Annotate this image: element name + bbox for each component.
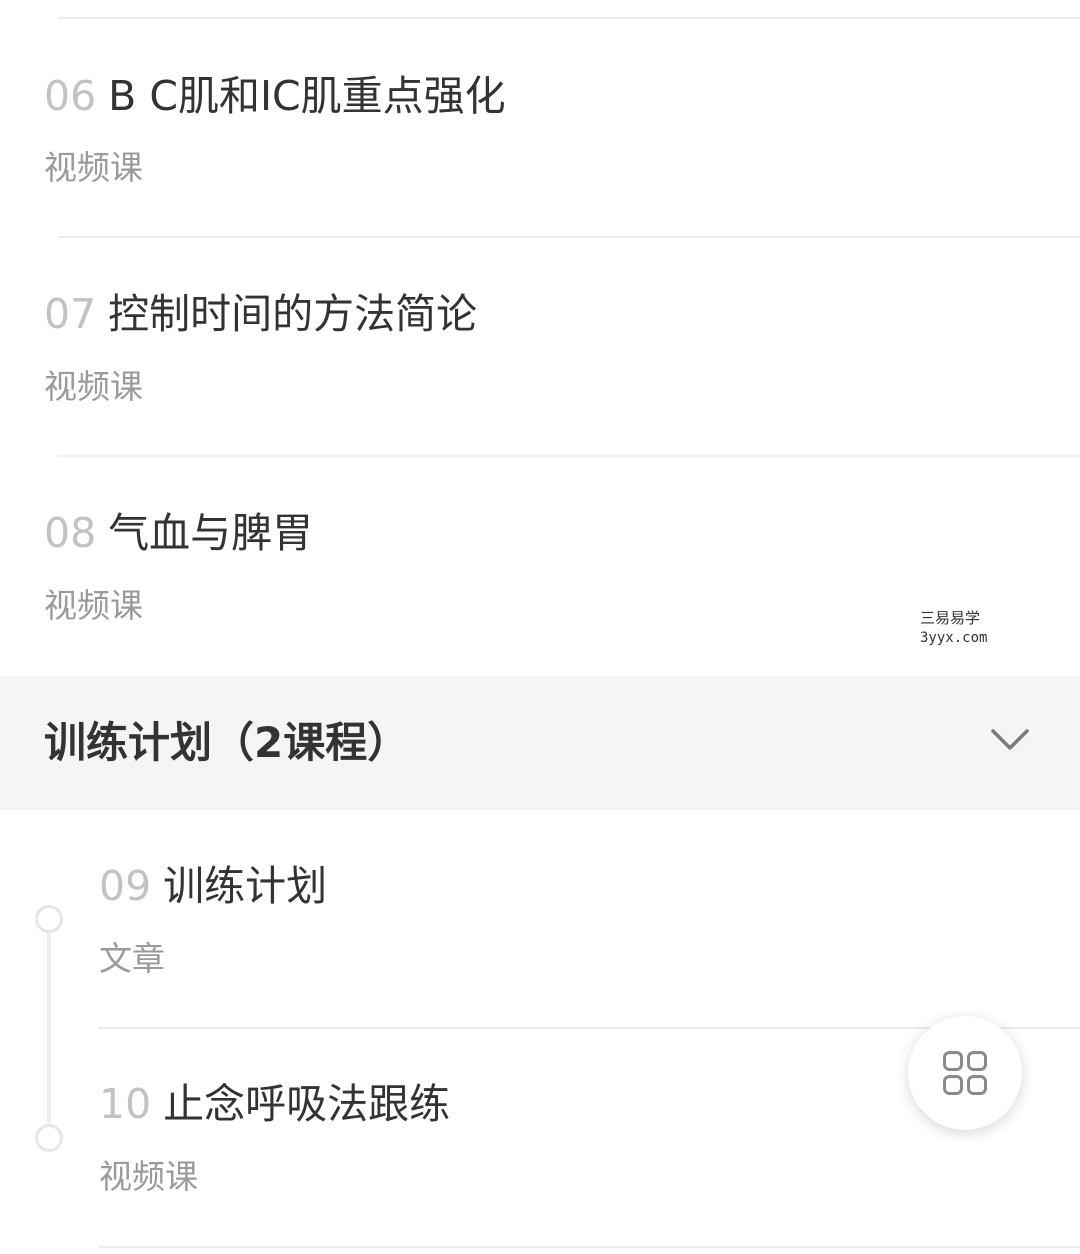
lesson-type: 视频课 xyxy=(44,367,143,406)
lesson-title-text: B C肌和IC肌重点强化 xyxy=(108,72,506,120)
lesson-item-09[interactable]: 09 训练计划 文章 xyxy=(0,812,1080,1028)
watermark: 三易易学 3yyx.com xyxy=(820,600,1080,658)
grid-icon xyxy=(943,1051,987,1095)
lesson-type: 文章 xyxy=(99,939,165,978)
lesson-item-06[interactable]: 06 B C肌和IC肌重点强化 视频课 xyxy=(0,0,1080,238)
lesson-title: 09 训练计划 xyxy=(99,862,327,910)
watermark-url: 3yyx.com xyxy=(920,630,988,646)
lesson-number: 10 xyxy=(99,1080,152,1128)
lesson-title: 06 B C肌和IC肌重点强化 xyxy=(44,72,506,120)
lesson-number: 07 xyxy=(44,290,97,338)
lesson-number: 06 xyxy=(44,72,97,120)
lesson-title-text: 控制时间的方法简论 xyxy=(108,290,478,338)
divider xyxy=(98,1246,1080,1248)
chevron-down-icon[interactable] xyxy=(990,720,1030,760)
watermark-name: 三易易学 xyxy=(920,609,981,627)
lesson-title-text: 训练计划 xyxy=(163,862,328,910)
lesson-title-text: 止念呼吸法跟练 xyxy=(163,1080,451,1128)
lesson-item-07[interactable]: 07 控制时间的方法简论 视频课 xyxy=(0,238,1080,456)
lesson-number: 09 xyxy=(99,862,152,910)
menu-fab-button[interactable] xyxy=(908,1016,1022,1130)
lesson-title-text: 气血与脾胃 xyxy=(108,509,314,557)
lesson-number: 08 xyxy=(44,509,97,557)
section-title: 训练计划（2课程） xyxy=(44,718,410,767)
lesson-type: 视频课 xyxy=(44,148,143,187)
section-header[interactable]: 训练计划（2课程） xyxy=(0,676,1080,810)
lesson-title: 08 气血与脾胃 xyxy=(44,509,313,557)
lesson-title: 10 止念呼吸法跟练 xyxy=(99,1080,450,1128)
lesson-type: 视频课 xyxy=(99,1157,198,1196)
lesson-title: 07 控制时间的方法简论 xyxy=(44,290,477,338)
lesson-type: 视频课 xyxy=(44,586,143,625)
